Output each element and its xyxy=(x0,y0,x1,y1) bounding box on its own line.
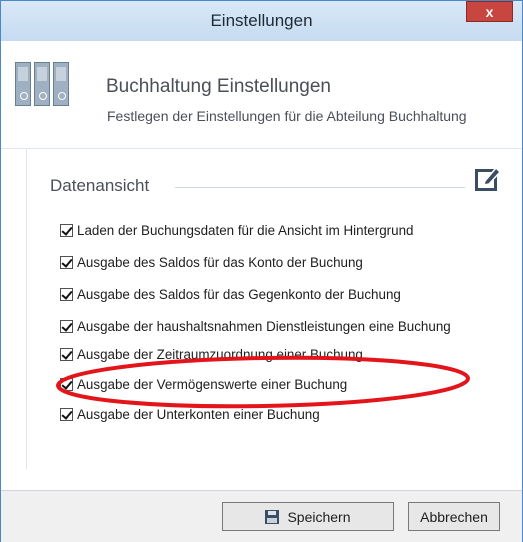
section-title: Datenansicht xyxy=(50,176,150,195)
save-button[interactable]: Speichern xyxy=(222,502,394,531)
checkbox-checked[interactable] xyxy=(60,287,73,301)
checkbox-checked[interactable] xyxy=(60,407,73,421)
divider xyxy=(26,149,27,469)
option-label: Ausgabe der Unterkonten einer Buchung xyxy=(77,406,320,422)
option-zeitraum[interactable]: Ausgabe der Zeitraumzuordnung einer Buch… xyxy=(60,345,363,363)
option-saldo-konto[interactable]: Ausgabe des Saldos für das Konto der Buc… xyxy=(60,253,363,271)
close-button[interactable]: x xyxy=(466,1,513,22)
settings-content: Datenansicht Laden der Buchungsdaten für… xyxy=(1,149,522,489)
save-label: Speichern xyxy=(287,508,351,525)
option-label: Ausgabe des Saldos für das Gegenkonto de… xyxy=(77,286,401,302)
dialog-footer: Speichern Abbrechen xyxy=(1,490,522,542)
header-title: Buchhaltung Einstellungen xyxy=(106,76,332,97)
option-load-background[interactable]: Laden der Buchungsdaten für die Ansicht … xyxy=(60,221,413,239)
window-title: Einstellungen xyxy=(210,11,313,30)
checkbox-checked[interactable] xyxy=(60,319,73,333)
header-subtitle: Festlegen der Einstellungen für die Abte… xyxy=(107,108,467,124)
cancel-button[interactable]: Abbrechen xyxy=(408,502,500,531)
checkbox-checked[interactable] xyxy=(60,223,73,237)
option-label: Ausgabe der haushaltsnahmen Dienstleistu… xyxy=(77,318,451,334)
floppy-disk-icon xyxy=(265,509,280,524)
dialog-header: Buchhaltung Einstellungen Festlegen der … xyxy=(1,41,522,149)
checkbox-checked[interactable] xyxy=(60,377,73,391)
option-label: Laden der Buchungsdaten für die Ansicht … xyxy=(77,222,414,238)
option-label: Ausgabe des Saldos für das Konto der Buc… xyxy=(77,254,363,270)
option-label: Ausgabe der Vermögenswerte einer Buchung xyxy=(77,376,348,392)
checkbox-checked[interactable] xyxy=(60,347,73,361)
binders-icon xyxy=(15,62,71,107)
option-unterkonten[interactable]: Ausgabe der Unterkonten einer Buchung xyxy=(60,405,320,423)
title-bar[interactable]: Einstellungen x xyxy=(1,1,522,41)
checkbox-checked[interactable] xyxy=(60,255,73,269)
settings-dialog: Einstellungen x Buchhaltung Einstellunge… xyxy=(0,0,523,542)
edit-icon[interactable] xyxy=(475,165,501,191)
option-saldo-gegenkonto[interactable]: Ausgabe des Saldos für das Gegenkonto de… xyxy=(60,285,401,303)
option-label: Ausgabe der Zeitraumzuordnung einer Buch… xyxy=(77,346,363,362)
option-haushaltsnahe[interactable]: Ausgabe der haushaltsnahmen Dienstleistu… xyxy=(60,317,451,335)
section-divider xyxy=(175,187,465,188)
option-vermoegenswerte[interactable]: Ausgabe der Vermögenswerte einer Buchung xyxy=(60,375,347,393)
